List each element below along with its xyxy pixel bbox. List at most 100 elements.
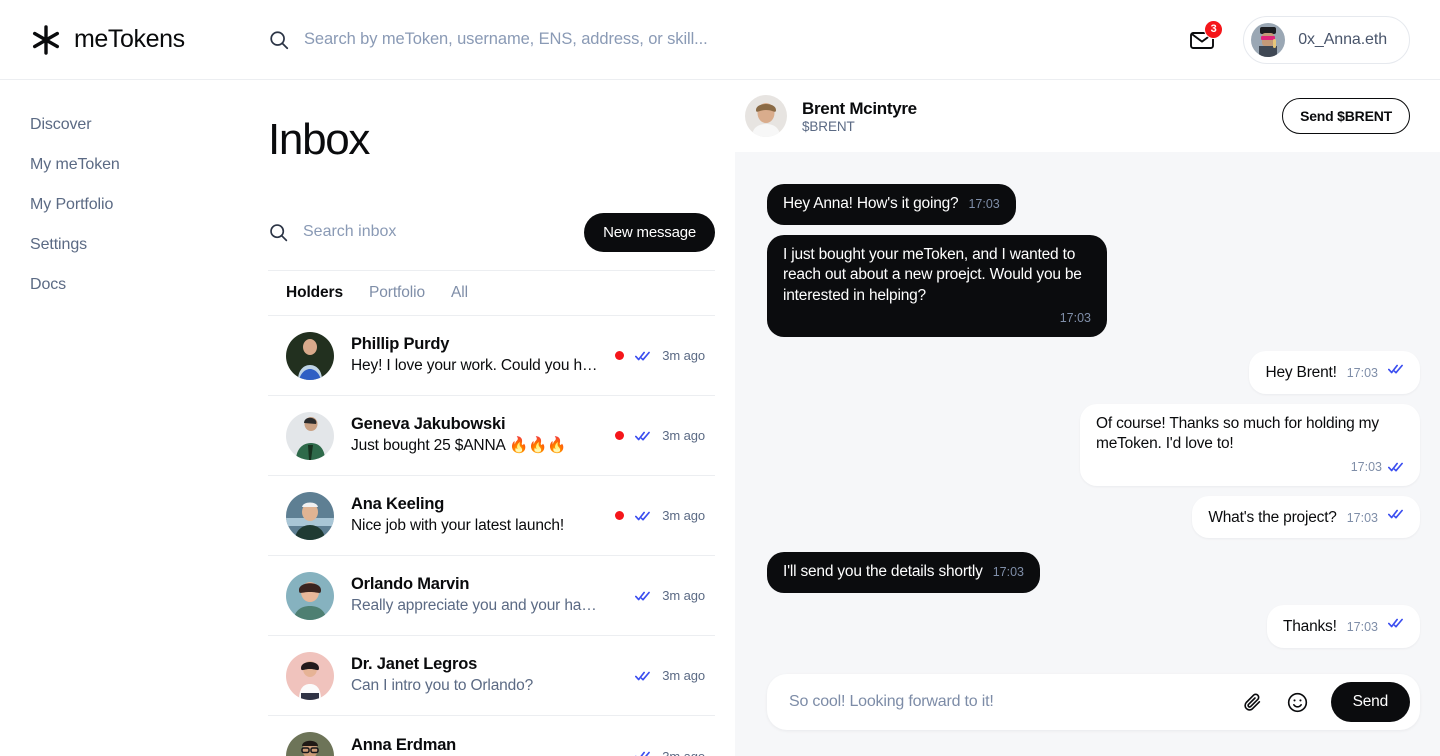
message-meta: 17:03 [783, 310, 1091, 327]
list-item-name: Anna Erdman [351, 734, 598, 756]
inbox-thread-list: Phillip Purdy Hey! I love your work. Cou… [268, 316, 715, 756]
message-text: I'll send you the details shortly [783, 562, 983, 583]
smiley-face-icon[interactable] [1286, 691, 1309, 714]
message-timestamp: 17:03 [1347, 510, 1378, 527]
chat-bubble-incoming: I'll send you the details shortly 17:03 [767, 552, 1040, 593]
chat-bubble-outgoing: Hey Brent! 17:03 [1249, 351, 1420, 394]
sidebar-item-docs[interactable]: Docs [30, 276, 66, 294]
message-row: What's the project? 17:03 [767, 496, 1420, 539]
list-item-meta: 3m ago [615, 748, 711, 756]
search-icon [268, 222, 289, 243]
message-row: I just bought your meToken, and I wanted… [767, 235, 1420, 337]
brand-logo[interactable]: meTokens [0, 24, 260, 56]
chat-header: Brent Mcintyre $BRENT Send $BRENT [735, 80, 1440, 152]
unread-indicator-placeholder [615, 591, 624, 600]
double-check-icon [635, 668, 651, 684]
message-text: Hey Brent! [1265, 363, 1336, 384]
message-text: Thanks! [1283, 617, 1337, 638]
chat-message-list: Hey Anna! How's it going? 17:03 I just b… [735, 152, 1440, 668]
top-right-actions: 3 0x_Anna.eth [1189, 16, 1440, 64]
double-check-icon [635, 428, 651, 444]
avatar [286, 652, 334, 700]
chat-bubble-outgoing: Thanks! 17:03 [1267, 605, 1420, 648]
inbox-panel: Inbox New message Holders Portfolio All [268, 80, 735, 756]
composer-area: Send [735, 668, 1440, 756]
message-timestamp: 17:03 [1347, 619, 1378, 636]
avatar [286, 572, 334, 620]
double-check-icon [635, 588, 651, 604]
double-check-icon [1388, 506, 1404, 522]
avatar [286, 492, 334, 540]
unread-indicator-placeholder [615, 752, 624, 756]
search-inbox-input[interactable] [303, 223, 584, 241]
list-item-preview: Just bought 25 $ANNA 🔥🔥🔥 [351, 435, 598, 457]
message-row: Thanks! 17:03 [767, 605, 1420, 648]
double-check-icon [1388, 615, 1404, 631]
list-item-content: Phillip Purdy Hey! I love your work. Cou… [351, 333, 598, 378]
message-row: Hey Anna! How's it going? 17:03 [767, 184, 1420, 225]
sidebar-item-my-portfolio[interactable]: My Portfolio [30, 196, 113, 214]
tab-portfolio[interactable]: Portfolio [369, 284, 425, 302]
chat-contact-name: Brent Mcintyre [802, 98, 917, 119]
list-item-timestamp: 3m ago [662, 588, 705, 603]
avatar [286, 332, 334, 380]
message-timestamp: 17:03 [968, 196, 999, 213]
list-item-meta: 3m ago [615, 668, 711, 684]
list-item[interactable]: Anna Erdman Would you be available for a… [268, 716, 715, 756]
list-item-meta: 3m ago [615, 588, 711, 604]
avatar [286, 732, 334, 756]
chat-bubble-outgoing: What's the project? 17:03 [1192, 496, 1420, 539]
list-item[interactable]: Geneva Jakubowski Just bought 25 $ANNA 🔥… [268, 396, 715, 476]
list-item-preview: Can I intro you to Orlando? [351, 675, 598, 697]
list-item[interactable]: Orlando Marvin Really appreciate you and… [268, 556, 715, 636]
app-root: meTokens 3 [0, 0, 1440, 756]
sidebar-item-my-metoken[interactable]: My meToken [30, 156, 120, 174]
message-timestamp: 17:03 [1060, 310, 1091, 327]
new-message-button[interactable]: New message [584, 213, 715, 252]
list-item[interactable]: Ana Keeling Nice job with your latest la… [268, 476, 715, 556]
unread-indicator-dot [615, 511, 624, 520]
message-text: I just bought your meToken, and I wanted… [783, 246, 1082, 304]
inbox-tabs: Holders Portfolio All [268, 270, 715, 316]
list-item-timestamp: 3m ago [662, 668, 705, 683]
list-item-meta: 3m ago [615, 428, 711, 444]
sidebar-item-settings[interactable]: Settings [30, 236, 87, 254]
tab-all[interactable]: All [451, 284, 468, 302]
list-item[interactable]: Phillip Purdy Hey! I love your work. Cou… [268, 316, 715, 396]
message-text: What's the project? [1208, 508, 1336, 529]
chat-contact-symbol: $BRENT [802, 119, 917, 134]
double-check-icon [1388, 459, 1404, 475]
avatar [745, 95, 787, 137]
global-search-input[interactable] [304, 30, 724, 49]
wallet-account-button[interactable]: 0x_Anna.eth [1243, 16, 1410, 64]
sidebar-item-discover[interactable]: Discover [30, 116, 91, 134]
list-item-timestamp: 3m ago [662, 508, 705, 523]
list-item-preview: Nice job with your latest launch! [351, 515, 598, 537]
notifications-button[interactable]: 3 [1189, 27, 1215, 53]
tab-holders[interactable]: Holders [286, 284, 343, 302]
send-button[interactable]: Send [1331, 682, 1410, 722]
paperclip-icon[interactable] [1241, 691, 1264, 714]
avatar [286, 412, 334, 460]
message-row: Of course! Thanks so much for holding my… [767, 404, 1420, 486]
double-check-icon [635, 748, 651, 756]
double-check-icon [1388, 361, 1404, 377]
list-item-content: Ana Keeling Nice job with your latest la… [351, 493, 598, 538]
list-item-timestamp: 3m ago [662, 749, 705, 756]
send-token-button[interactable]: Send $BRENT [1282, 98, 1410, 134]
list-item-preview: Really appreciate you and your hard work… [351, 595, 598, 617]
list-item-timestamp: 3m ago [662, 348, 705, 363]
list-item-name: Geneva Jakubowski [351, 413, 598, 435]
list-item[interactable]: Dr. Janet Legros Can I intro you to Orla… [268, 636, 715, 716]
message-input[interactable] [789, 693, 1241, 711]
message-timestamp: 17:03 [1351, 459, 1382, 476]
global-search[interactable] [268, 29, 724, 51]
list-item-meta: 3m ago [615, 348, 711, 364]
double-check-icon [635, 508, 651, 524]
message-row: I'll send you the details shortly 17:03 [767, 552, 1420, 593]
brand-name: meTokens [74, 25, 185, 54]
search-icon [268, 29, 290, 51]
list-item-content: Geneva Jakubowski Just bought 25 $ANNA 🔥… [351, 413, 598, 458]
chat-contact-info: Brent Mcintyre $BRENT [802, 98, 917, 134]
avatar [1251, 23, 1285, 57]
